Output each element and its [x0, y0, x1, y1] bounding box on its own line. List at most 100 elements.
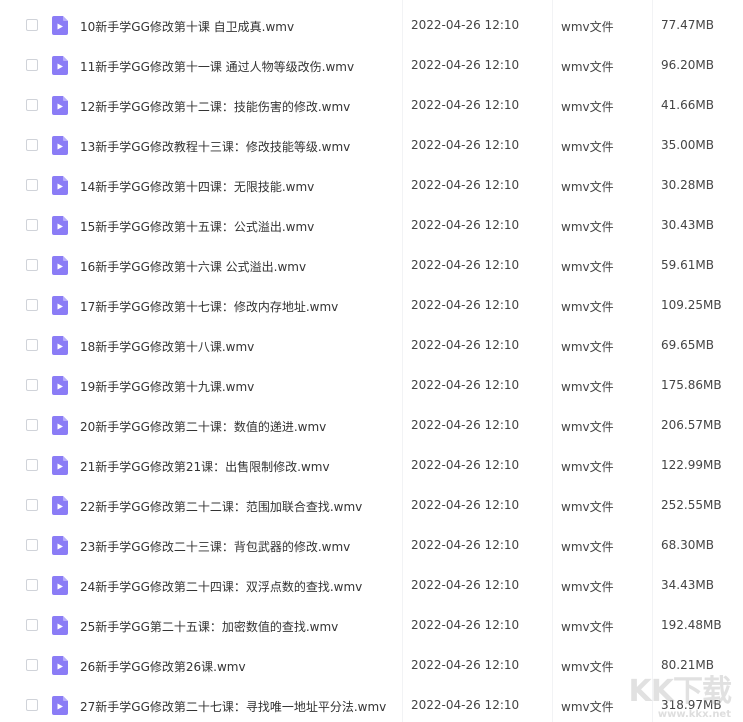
file-row[interactable]: 17新手学GG修改第十七课：修改内存地址.wmv 2022-04-26 12:1…: [0, 286, 743, 326]
file-name[interactable]: 21新手学GG修改第21课：出售限制修改.wmv: [80, 458, 398, 475]
video-file-icon: [52, 96, 68, 115]
file-row-content[interactable]: 11新手学GG修改第十一课 通过人物等级改伤.wmv 2022-04-26 12…: [0, 46, 743, 86]
row-checkbox[interactable]: [26, 619, 38, 631]
video-file-icon: [52, 376, 68, 395]
video-file-icon: [52, 576, 68, 595]
row-checkbox[interactable]: [26, 139, 38, 151]
file-size: 69.65MB: [661, 338, 714, 352]
row-checkbox[interactable]: [26, 419, 38, 431]
row-checkbox[interactable]: [26, 659, 38, 671]
file-row[interactable]: 23新手学GG修改二十三课：背包武器的修改.wmv 2022-04-26 12:…: [0, 526, 743, 566]
video-file-icon: [52, 496, 68, 515]
file-size: 59.61MB: [661, 258, 714, 272]
row-checkbox[interactable]: [26, 699, 38, 711]
file-row-content[interactable]: 16新手学GG修改第十六课 公式溢出.wmv 2022-04-26 12:10 …: [0, 246, 743, 286]
file-row[interactable]: 19新手学GG修改第十九课.wmv 2022-04-26 12:10 wmv文件…: [0, 366, 743, 406]
file-type: wmv文件: [561, 700, 614, 714]
file-row[interactable]: 24新手学GG修改第二十四课：双浮点数的查找.wmv 2022-04-26 12…: [0, 566, 743, 606]
file-name[interactable]: 10新手学GG修改第十课 自卫成真.wmv: [80, 18, 398, 35]
video-file-icon: [52, 656, 68, 675]
row-checkbox[interactable]: [26, 539, 38, 551]
file-name[interactable]: 23新手学GG修改二十三课：背包武器的修改.wmv: [80, 538, 398, 555]
file-name[interactable]: 20新手学GG修改第二十课：数值的递进.wmv: [80, 418, 398, 435]
row-checkbox[interactable]: [26, 339, 38, 351]
file-row-content[interactable]: 18新手学GG修改第十八课.wmv 2022-04-26 12:10 wmv文件…: [0, 326, 743, 366]
video-file-icon: [52, 256, 68, 275]
video-file-icon: [52, 176, 68, 195]
file-row[interactable]: 11新手学GG修改第十一课 通过人物等级改伤.wmv 2022-04-26 12…: [0, 46, 743, 86]
file-name[interactable]: 25新手学GG第二十五课：加密数值的查找.wmv: [80, 618, 398, 635]
file-name[interactable]: 16新手学GG修改第十六课 公式溢出.wmv: [80, 258, 398, 275]
file-name[interactable]: 13新手学GG修改教程十三课：修改技能等级.wmv: [80, 138, 398, 155]
file-row-content[interactable]: 19新手学GG修改第十九课.wmv 2022-04-26 12:10 wmv文件…: [0, 366, 743, 406]
file-name[interactable]: 27新手学GG修改第二十七课：寻找唯一地址平分法.wmv: [80, 698, 398, 715]
file-row-content[interactable]: 27新手学GG修改第二十七课：寻找唯一地址平分法.wmv 2022-04-26 …: [0, 686, 743, 722]
file-type: wmv文件: [561, 220, 614, 234]
file-date: 2022-04-26 12:10: [411, 418, 520, 432]
row-checkbox[interactable]: [26, 259, 38, 271]
file-row-content[interactable]: 15新手学GG修改第十五课：公式溢出.wmv 2022-04-26 12:10 …: [0, 206, 743, 246]
file-row-content[interactable]: 12新手学GG修改第十二课：技能伤害的修改.wmv 2022-04-26 12:…: [0, 86, 743, 126]
video-file-icon: [52, 296, 68, 315]
file-name[interactable]: 24新手学GG修改第二十四课：双浮点数的查找.wmv: [80, 578, 398, 595]
file-size: 96.20MB: [661, 58, 714, 72]
file-row[interactable]: 26新手学GG修改第26课.wmv 2022-04-26 12:10 wmv文件…: [0, 646, 743, 686]
file-row[interactable]: 18新手学GG修改第十八课.wmv 2022-04-26 12:10 wmv文件…: [0, 326, 743, 366]
file-size: 30.43MB: [661, 218, 714, 232]
file-row-content[interactable]: 13新手学GG修改教程十三课：修改技能等级.wmv 2022-04-26 12:…: [0, 126, 743, 166]
file-row-content[interactable]: 20新手学GG修改第二十课：数值的递进.wmv 2022-04-26 12:10…: [0, 406, 743, 446]
file-size: 318.97MB: [661, 698, 722, 712]
file-type: wmv文件: [561, 380, 614, 394]
file-name[interactable]: 14新手学GG修改第十四课：无限技能.wmv: [80, 178, 398, 195]
file-size: 175.86MB: [661, 378, 722, 392]
file-date: 2022-04-26 12:10: [411, 378, 520, 392]
file-row-content[interactable]: 26新手学GG修改第26课.wmv 2022-04-26 12:10 wmv文件…: [0, 646, 743, 686]
file-name[interactable]: 19新手学GG修改第十九课.wmv: [80, 378, 398, 395]
file-type: wmv文件: [561, 500, 614, 514]
video-file-icon: [52, 416, 68, 435]
file-type: wmv文件: [561, 460, 614, 474]
file-row[interactable]: 10新手学GG修改第十课 自卫成真.wmv 2022-04-26 12:10 w…: [0, 0, 743, 46]
video-file-icon: [52, 456, 68, 475]
file-row[interactable]: 14新手学GG修改第十四课：无限技能.wmv 2022-04-26 12:10 …: [0, 166, 743, 206]
file-name[interactable]: 26新手学GG修改第26课.wmv: [80, 658, 398, 675]
file-row-content[interactable]: 22新手学GG修改第二十二课：范围加联合查找.wmv 2022-04-26 12…: [0, 486, 743, 526]
row-checkbox[interactable]: [26, 179, 38, 191]
row-checkbox[interactable]: [26, 299, 38, 311]
row-checkbox[interactable]: [26, 459, 38, 471]
row-checkbox[interactable]: [26, 219, 38, 231]
file-row-content[interactable]: 14新手学GG修改第十四课：无限技能.wmv 2022-04-26 12:10 …: [0, 166, 743, 206]
file-row[interactable]: 25新手学GG第二十五课：加密数值的查找.wmv 2022-04-26 12:1…: [0, 606, 743, 646]
file-type: wmv文件: [561, 540, 614, 554]
file-row[interactable]: 13新手学GG修改教程十三课：修改技能等级.wmv 2022-04-26 12:…: [0, 126, 743, 166]
file-row-content[interactable]: 25新手学GG第二十五课：加密数值的查找.wmv 2022-04-26 12:1…: [0, 606, 743, 646]
row-checkbox[interactable]: [26, 19, 38, 31]
file-date: 2022-04-26 12:10: [411, 298, 520, 312]
file-row[interactable]: 16新手学GG修改第十六课 公式溢出.wmv 2022-04-26 12:10 …: [0, 246, 743, 286]
file-row[interactable]: 12新手学GG修改第十二课：技能伤害的修改.wmv 2022-04-26 12:…: [0, 86, 743, 126]
file-name[interactable]: 17新手学GG修改第十七课：修改内存地址.wmv: [80, 298, 398, 315]
file-row-content[interactable]: 21新手学GG修改第21课：出售限制修改.wmv 2022-04-26 12:1…: [0, 446, 743, 486]
file-date: 2022-04-26 12:10: [411, 698, 520, 712]
row-checkbox[interactable]: [26, 379, 38, 391]
file-name[interactable]: 11新手学GG修改第十一课 通过人物等级改伤.wmv: [80, 58, 398, 75]
row-checkbox[interactable]: [26, 59, 38, 71]
file-row[interactable]: 27新手学GG修改第二十七课：寻找唯一地址平分法.wmv 2022-04-26 …: [0, 686, 743, 722]
file-row-content[interactable]: 23新手学GG修改二十三课：背包武器的修改.wmv 2022-04-26 12:…: [0, 526, 743, 566]
file-row[interactable]: 21新手学GG修改第21课：出售限制修改.wmv 2022-04-26 12:1…: [0, 446, 743, 486]
file-row[interactable]: 22新手学GG修改第二十二课：范围加联合查找.wmv 2022-04-26 12…: [0, 486, 743, 526]
file-row-content[interactable]: 17新手学GG修改第十七课：修改内存地址.wmv 2022-04-26 12:1…: [0, 286, 743, 326]
file-row[interactable]: 20新手学GG修改第二十课：数值的递进.wmv 2022-04-26 12:10…: [0, 406, 743, 446]
file-row[interactable]: 15新手学GG修改第十五课：公式溢出.wmv 2022-04-26 12:10 …: [0, 206, 743, 246]
file-row-content[interactable]: 24新手学GG修改第二十四课：双浮点数的查找.wmv 2022-04-26 12…: [0, 566, 743, 606]
file-name[interactable]: 22新手学GG修改第二十二课：范围加联合查找.wmv: [80, 498, 398, 515]
row-checkbox[interactable]: [26, 579, 38, 591]
file-row-content[interactable]: 10新手学GG修改第十课 自卫成真.wmv 2022-04-26 12:10 w…: [0, 6, 743, 46]
file-name[interactable]: 12新手学GG修改第十二课：技能伤害的修改.wmv: [80, 98, 398, 115]
file-name[interactable]: 15新手学GG修改第十五课：公式溢出.wmv: [80, 218, 398, 235]
row-checkbox[interactable]: [26, 99, 38, 111]
file-name[interactable]: 18新手学GG修改第十八课.wmv: [80, 338, 398, 355]
file-date: 2022-04-26 12:10: [411, 218, 520, 232]
file-date: 2022-04-26 12:10: [411, 458, 520, 472]
row-checkbox[interactable]: [26, 499, 38, 511]
